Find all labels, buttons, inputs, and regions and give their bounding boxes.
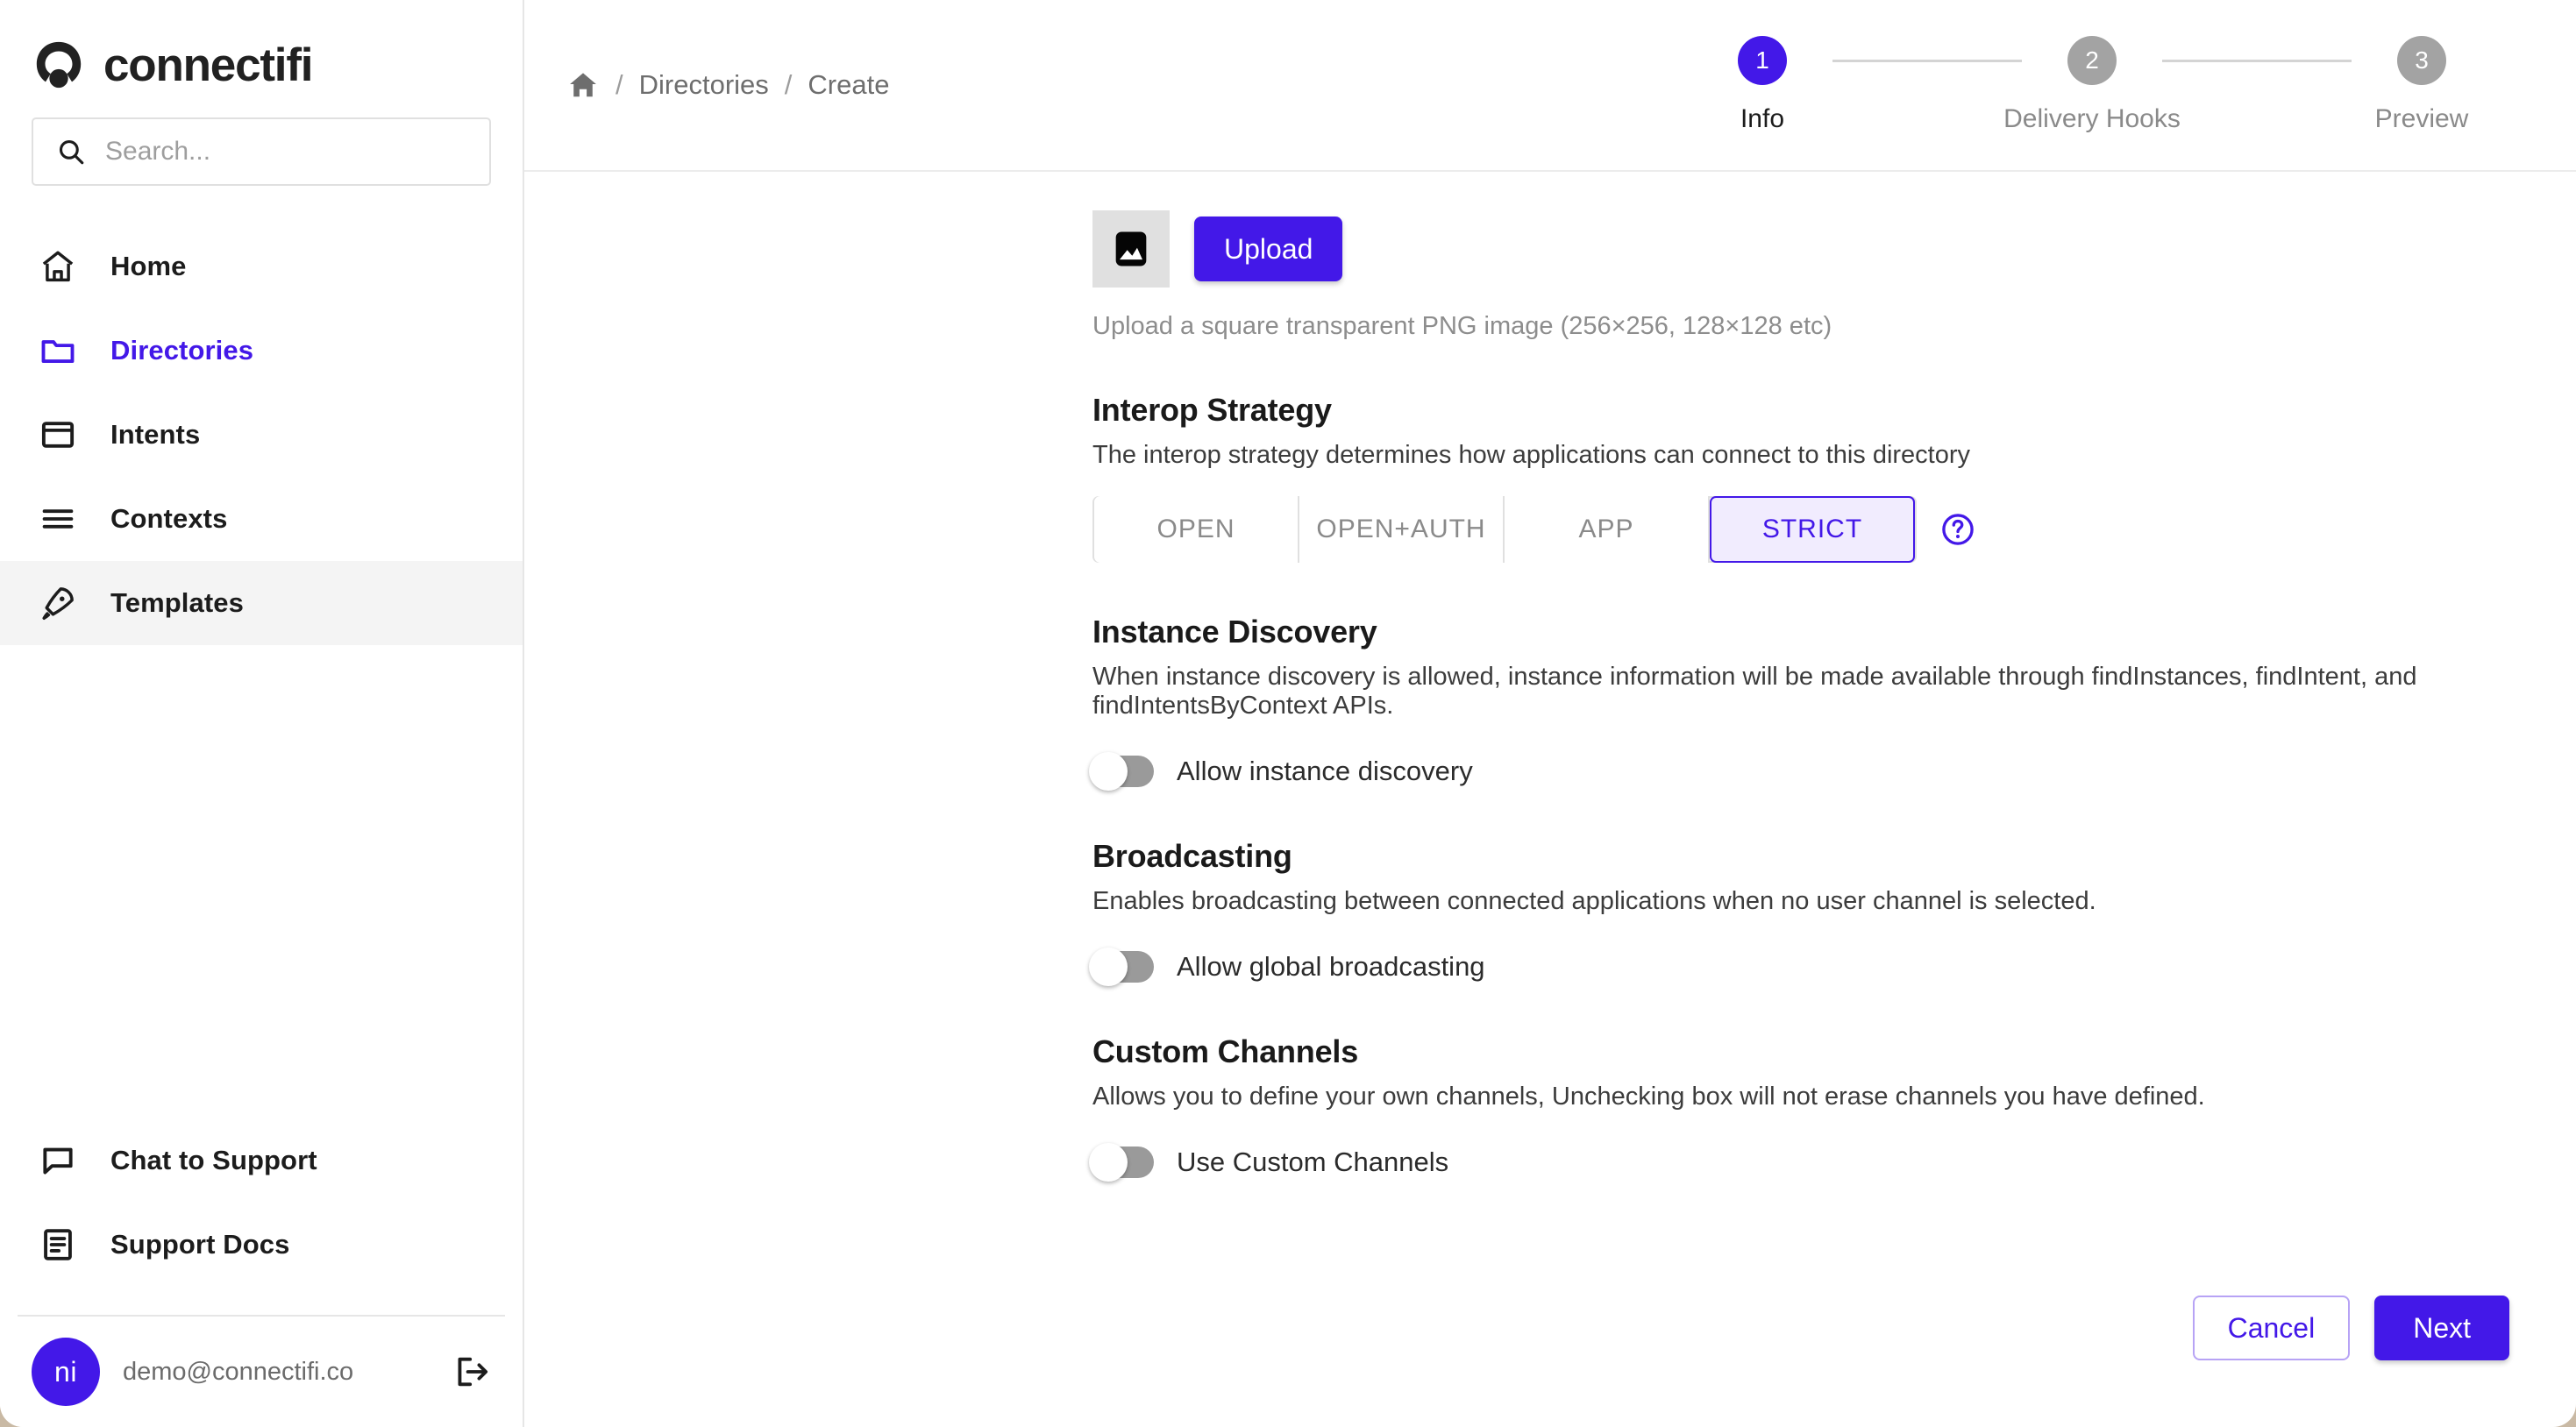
sidebar-item-label: Directories (110, 335, 254, 366)
search-icon (56, 137, 86, 167)
step-label: Info (1740, 104, 1785, 133)
tab-open[interactable]: OPEN (1094, 496, 1299, 563)
step-preview[interactable]: 3 Preview (2352, 36, 2492, 134)
upload-row: Upload (1092, 210, 2534, 288)
step-label: Preview (2374, 104, 2469, 133)
section-description: Enables broadcasting between connected a… (1092, 887, 2096, 915)
interop-tabs-row: OPEN OPEN+AUTH APP STRICT (1092, 496, 2534, 563)
sidebar-item-label: Home (110, 251, 187, 281)
upload-button[interactable]: Upload (1194, 217, 1343, 281)
help-circle-icon[interactable] (1939, 511, 1976, 548)
section-title: Interop Strategy (1092, 392, 1332, 428)
sidebar-item-label: Templates (110, 587, 244, 618)
tab-open-auth[interactable]: OPEN+AUTH (1299, 496, 1505, 563)
toggle-label: Use Custom Channels (1177, 1147, 1449, 1177)
use-custom-channels-toggle[interactable] (1089, 1143, 1154, 1182)
toggle-knob (1089, 752, 1128, 791)
avatar[interactable]: ni (32, 1338, 100, 1406)
allow-global-broadcasting-toggle[interactable] (1089, 948, 1154, 986)
section-title: Custom Channels (1092, 1033, 1359, 1069)
toggle-label: Allow global broadcasting (1177, 951, 1485, 982)
breadcrumb-separator: / (616, 69, 623, 100)
tab-strict[interactable]: STRICT (1710, 496, 1915, 563)
upload-hint: Upload a square transparent PNG image (2… (1092, 312, 1832, 340)
brand-name: connectifi (103, 39, 314, 91)
list-icon (39, 499, 79, 539)
home-icon (39, 246, 79, 287)
tab-app[interactable]: APP (1505, 496, 1710, 563)
step-delivery-hooks[interactable]: 2 Delivery Hooks (2003, 36, 2181, 134)
breadcrumb-item-directories[interactable]: Directories (639, 69, 769, 101)
breadcrumb-item-create[interactable]: Create (808, 69, 889, 101)
breadcrumb: / Directories / Create (566, 68, 889, 102)
sidebar-item-contexts[interactable]: Contexts (0, 477, 523, 561)
allow-instance-discovery-toggle[interactable] (1089, 752, 1154, 791)
form-content: Upload Upload a square transparent PNG i… (524, 172, 2576, 1427)
document-icon (39, 1225, 79, 1265)
toggle-label: Allow instance discovery (1177, 756, 1473, 786)
step-connector (2162, 60, 2352, 62)
section-title: Instance Discovery (1092, 614, 1377, 650)
interop-tabs: OPEN OPEN+AUTH APP STRICT (1092, 496, 1917, 563)
toggle-knob (1089, 1143, 1128, 1182)
account-row: ni demo@connectifi.co (0, 1317, 523, 1427)
sidebar-item-chat-to-support[interactable]: Chat to Support (0, 1118, 523, 1203)
main-panel: / Directories / Create 1 Info 2 Delivery… (524, 0, 2576, 1427)
step-number: 2 (2067, 36, 2117, 85)
instance-discovery-toggle-row: Allow instance discovery (1089, 752, 2534, 791)
step-label: Delivery Hooks (2003, 104, 2181, 133)
brand[interactable]: connectifi (0, 0, 523, 103)
step-number: 1 (1738, 36, 1787, 85)
sidebar-item-directories[interactable]: Directories (0, 309, 523, 393)
sidebar-support-group: Chat to Support Support Docs (0, 1118, 523, 1303)
account-email: demo@connectifi.co (123, 1357, 354, 1386)
sidebar: connectifi Home (0, 0, 524, 1427)
home-icon[interactable] (566, 68, 600, 102)
sidebar-item-support-docs[interactable]: Support Docs (0, 1203, 523, 1287)
broadcasting-section: Broadcasting Enables broadcasting betwee… (1089, 838, 2534, 986)
sidebar-item-label: Support Docs (110, 1229, 290, 1260)
section-description: The interop strategy determines how appl… (1092, 441, 1971, 469)
logout-icon[interactable] (452, 1352, 491, 1391)
broadcasting-toggle-row: Allow global broadcasting (1089, 948, 2534, 986)
footer-actions: Cancel Next (2192, 1296, 2509, 1360)
step-connector (1832, 60, 2022, 62)
next-button[interactable]: Next (2374, 1296, 2509, 1360)
section-description: When instance discovery is allowed, inst… (1092, 663, 2417, 720)
sidebar-item-home[interactable]: Home (0, 224, 523, 309)
section-description: Allows you to define your own channels, … (1092, 1083, 2205, 1111)
topbar: / Directories / Create 1 Info 2 Delivery… (524, 0, 2576, 172)
interop-strategy-section: Interop Strategy The interop strategy de… (1092, 392, 2534, 563)
custom-channels-toggle-row: Use Custom Channels (1089, 1143, 2534, 1182)
cancel-button[interactable]: Cancel (2192, 1296, 2351, 1360)
instance-discovery-section: Instance Discovery When instance discove… (1089, 614, 2534, 791)
sidebar-item-intents[interactable]: Intents (0, 393, 523, 477)
toggle-knob (1089, 948, 1128, 986)
sidebar-item-templates[interactable]: Templates (0, 561, 523, 645)
folder-icon (39, 330, 79, 371)
sidebar-item-label: Chat to Support (110, 1145, 317, 1175)
breadcrumb-separator: / (784, 69, 793, 100)
chat-bubble-icon (39, 1140, 79, 1181)
stepper: 1 Info 2 Delivery Hooks 3 Preview (1692, 36, 2509, 134)
search-input[interactable] (105, 137, 466, 167)
custom-channels-section: Custom Channels Allows you to define you… (1089, 1033, 2534, 1182)
rocket-icon (39, 583, 79, 623)
step-number: 3 (2397, 36, 2446, 85)
app-window: connectifi Home (0, 0, 2576, 1427)
image-placeholder-icon (1092, 210, 1170, 288)
sidebar-nav: Home Directories Intents Contexts Templa… (0, 224, 523, 645)
sidebar-item-label: Contexts (110, 503, 228, 534)
connectifi-logo-icon (32, 38, 86, 92)
section-title: Broadcasting (1092, 838, 1292, 874)
step-info[interactable]: 1 Info (1692, 36, 1832, 134)
sidebar-item-label: Intents (110, 419, 201, 450)
search-box[interactable] (32, 117, 491, 186)
window-icon (39, 415, 79, 455)
